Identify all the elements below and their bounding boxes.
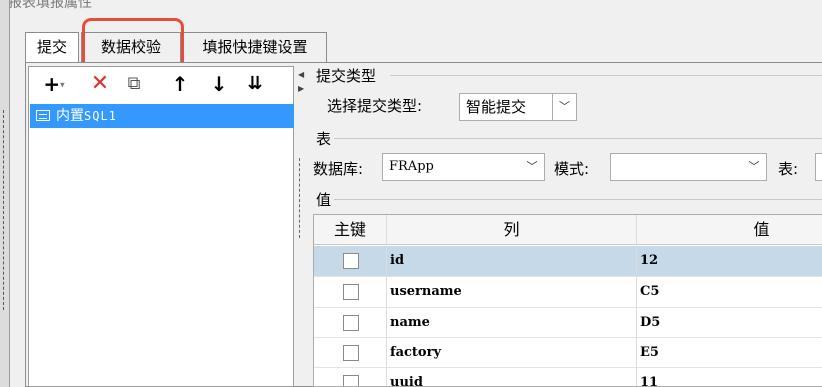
cell-value[interactable]: 12 <box>640 246 658 276</box>
section-submit-type: 提交类型 <box>316 67 377 85</box>
cell-value[interactable]: 11 <box>640 368 658 386</box>
cell-column[interactable]: uuid <box>390 368 423 386</box>
database-label: 数据库: <box>313 160 364 178</box>
primary-key-checkbox[interactable] <box>343 284 359 300</box>
arrow-up-icon: ↑ <box>171 72 189 96</box>
expand-right-icon[interactable]: ▶ <box>298 84 304 93</box>
table-row[interactable]: name D5 <box>314 308 822 338</box>
database-select[interactable]: FRApp ﹀ <box>382 153 545 181</box>
submit-list-pane: +▾ ✕ ⧉ ↑ ↓ ⇊ 内置SQL1 <box>28 66 294 387</box>
column-header-value[interactable]: 值 <box>636 215 822 245</box>
copy-button[interactable]: ⧉ <box>121 71 147 97</box>
list-item[interactable]: 内置SQL1 <box>30 104 294 128</box>
section-divider <box>334 199 822 200</box>
sort-button[interactable]: ⇊ <box>242 71 268 97</box>
cell-value[interactable]: E5 <box>640 338 659 368</box>
database-value: FRApp <box>389 159 434 174</box>
schema-label: 模式: <box>554 160 590 178</box>
cell-column[interactable]: factory <box>390 338 441 368</box>
move-down-button[interactable]: ↓ <box>206 71 232 97</box>
cell-column[interactable]: id <box>390 246 404 276</box>
pane-splitter[interactable]: ◀ ▶ <box>294 66 306 387</box>
grid-header: 主键 列 值 <box>314 215 822 245</box>
chevron-down-icon: ▾ <box>60 80 65 91</box>
submit-type-select[interactable]: 智能提交 ﹀ <box>459 93 577 121</box>
column-divider <box>386 215 387 386</box>
list-toolbar: +▾ ✕ ⧉ ↑ ↓ ⇊ <box>29 67 293 99</box>
list-item-prefix: 内置 <box>56 108 84 124</box>
collapse-left-icon[interactable]: ◀ <box>298 70 304 79</box>
submit-type-label: 选择提交类型: <box>327 97 423 115</box>
submit-type-value: 智能提交 <box>466 98 527 116</box>
primary-key-checkbox[interactable] <box>343 253 359 269</box>
table-row[interactable]: id 12 <box>314 246 822 276</box>
cell-column[interactable]: username <box>390 277 462 307</box>
section-values: 值 <box>316 191 332 209</box>
background-window-edge <box>0 0 10 387</box>
section-divider <box>390 75 822 76</box>
tab-submit[interactable]: 提交 <box>25 32 79 63</box>
sort-down-icon: ⇊ <box>247 73 263 94</box>
value-grid: 主键 列 值 id 12 username C5 name D5 factory… <box>313 214 822 387</box>
column-divider <box>636 215 637 386</box>
schema-select[interactable]: ﹀ <box>610 153 767 181</box>
section-table: 表 <box>316 130 332 148</box>
plus-icon: + <box>43 72 61 96</box>
move-up-button[interactable]: ↑ <box>167 71 193 97</box>
arrow-down-icon: ↓ <box>210 72 228 96</box>
list-item-name: SQL1 <box>84 109 117 123</box>
close-icon: ✕ <box>90 71 110 96</box>
chevron-down-icon: ﹀ <box>552 94 576 120</box>
primary-key-checkbox[interactable] <box>343 375 359 386</box>
copy-icon: ⧉ <box>127 73 141 94</box>
column-header-column[interactable]: 列 <box>386 215 636 245</box>
section-divider <box>334 138 822 139</box>
table-row[interactable]: username C5 <box>314 277 822 307</box>
cell-value[interactable]: C5 <box>640 277 659 307</box>
cell-column[interactable]: name <box>390 308 430 338</box>
primary-key-checkbox[interactable] <box>343 315 359 331</box>
add-button[interactable]: +▾ <box>37 71 71 97</box>
table-select[interactable] <box>815 153 822 181</box>
delete-button[interactable]: ✕ <box>87 71 113 97</box>
table-label: 表: <box>778 160 799 178</box>
sql-dataset-icon <box>36 110 50 121</box>
chevron-down-icon: ﹀ <box>526 160 538 173</box>
table-row[interactable]: factory E5 <box>314 338 822 368</box>
table-row[interactable]: uuid 11 <box>314 368 822 386</box>
tab-shortcut-settings[interactable]: 填报快捷键设置 <box>183 32 327 62</box>
splitter-grip <box>299 158 300 238</box>
primary-key-checkbox[interactable] <box>343 345 359 361</box>
chevron-down-icon: ﹀ <box>748 160 760 173</box>
cell-value[interactable]: D5 <box>640 308 660 338</box>
dialog-title: 报表填报属性 <box>8 0 92 11</box>
column-header-primary-key[interactable]: 主键 <box>314 215 386 245</box>
